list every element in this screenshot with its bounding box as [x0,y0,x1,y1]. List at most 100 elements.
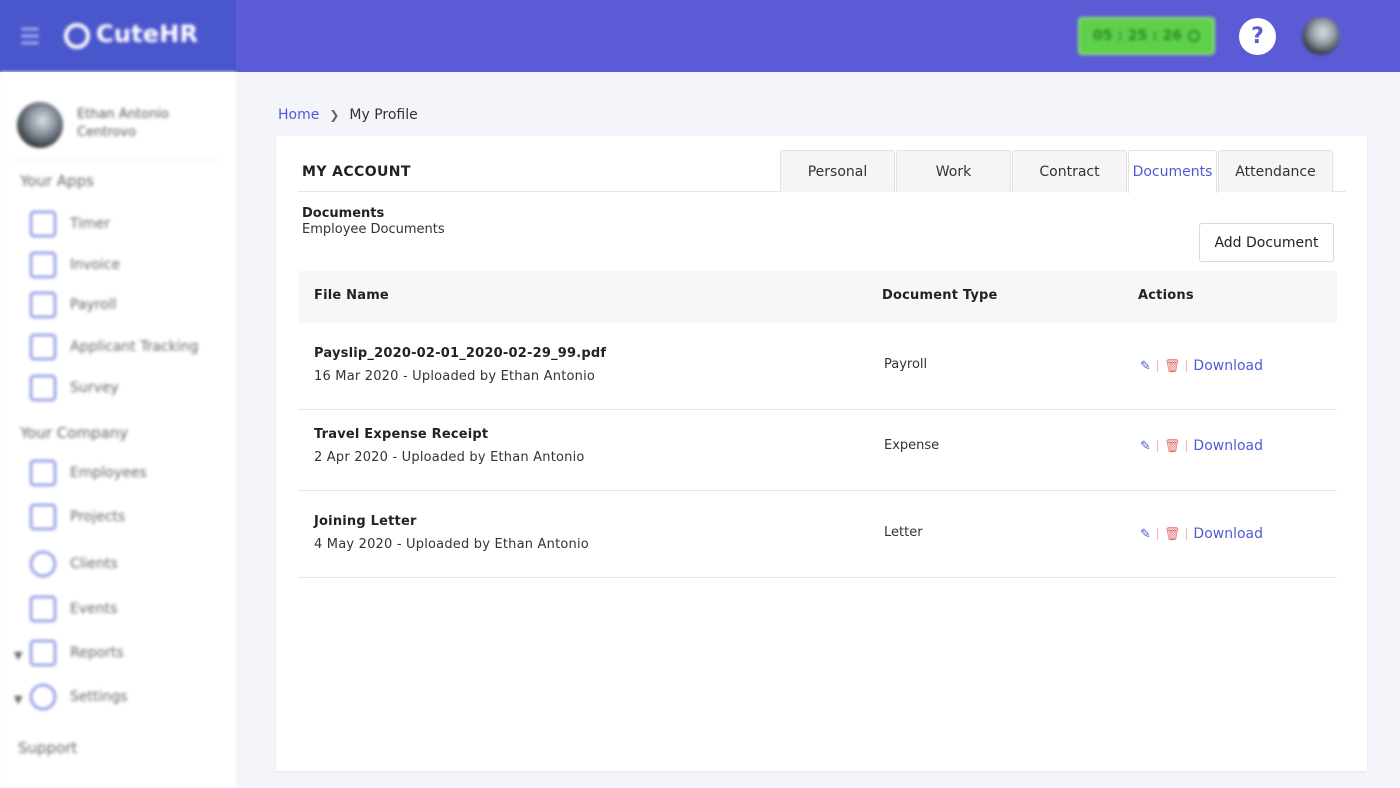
delete-icon[interactable]: 🗑 [1164,527,1181,542]
sidebar-item-label: Applicant Tracking [70,339,199,355]
action-separator [1186,528,1188,540]
sidebar-item-survey[interactable]: Survey [30,373,119,403]
tab-contract[interactable]: Contract [1012,150,1127,192]
sidebar-divider [14,159,218,160]
breadcrumb-current: My Profile [349,107,418,123]
file-meta: 16 Mar 2020 - Uploaded by Ethan Antonio [314,369,596,384]
table-row: Joining Letter 4 May 2020 - Uploaded by … [298,491,1337,578]
tab-personal[interactable]: Personal [780,150,895,192]
employees-icon [30,460,56,486]
chevron-down-icon[interactable]: ▼ [14,649,22,662]
tab-work[interactable]: Work [896,150,1011,192]
chevron-right-icon: ❯ [329,108,340,122]
user-avatar[interactable] [1302,17,1340,55]
delete-icon[interactable]: 🗑 [1164,359,1181,374]
top-bar: CuteHR 05 : 25 : 26 ? [0,0,1400,72]
section-heading-your-company: Your Company [20,424,129,442]
sidebar-item-settings[interactable]: Settings [30,682,127,712]
settings-icon [30,684,56,710]
timer-button[interactable]: 05 : 25 : 26 [1078,17,1215,55]
sidebar-item-projects[interactable]: Projects [30,502,125,532]
timer-icon [30,211,56,237]
table-row: Travel Expense Receipt 2 Apr 2020 - Uplo… [298,410,1337,491]
edit-icon[interactable]: ✎ [1140,527,1151,542]
column-header-document-type: Document Type [882,288,998,303]
sidebar-avatar[interactable] [17,102,63,148]
action-separator [1156,440,1158,452]
reports-icon [30,640,56,666]
action-separator [1156,528,1158,540]
sidebar-item-label: Events [70,601,118,617]
logo-icon [64,23,90,49]
sidebar-item-label: Employees [70,465,147,481]
file-name: Payslip_2020-02-01_2020-02-29_99.pdf [314,346,607,361]
table-row: Payslip_2020-02-01_2020-02-29_99.pdf 16 … [298,323,1337,410]
sidebar-item-timer[interactable]: Timer [30,209,110,239]
sidebar-item-employees[interactable]: Employees [30,458,147,488]
sidebar-item-label: Clients [70,556,118,572]
clock-icon [1188,30,1201,42]
sidebar-item-support[interactable]: Support [18,739,77,757]
sidebar-item-label: Survey [70,380,119,396]
sidebar-item-label: Invoice [70,257,121,273]
breadcrumb-home-link[interactable]: Home [278,107,319,123]
breadcrumb: Home ❯ My Profile [278,107,418,123]
edit-icon[interactable]: ✎ [1140,439,1151,454]
clients-icon [30,551,56,577]
sidebar-item-label: Settings [70,689,128,705]
document-type: Letter [884,525,923,540]
payroll-icon [30,292,56,318]
file-meta: 4 May 2020 - Uploaded by Ethan Antonio [314,537,589,552]
file-meta: 2 Apr 2020 - Uploaded by Ethan Antonio [314,450,585,465]
column-header-file-name: File Name [314,288,389,303]
sidebar: Ethan Antonio Centrovo Your Apps Timer I… [0,72,236,788]
add-document-button[interactable]: Add Document [1199,223,1334,262]
download-link[interactable]: Download [1193,526,1263,542]
brand-name: CuteHR [96,20,199,48]
tab-documents[interactable]: Documents [1128,150,1217,193]
column-header-actions: Actions [1138,288,1194,303]
download-link[interactable]: Download [1193,438,1263,454]
sidebar-item-reports[interactable]: Reports [30,638,124,668]
row-actions: ✎ 🗑 Download [1140,358,1263,374]
events-icon [30,596,56,622]
projects-icon [30,504,56,530]
sidebar-item-applicant-tracking[interactable]: Applicant Tracking [30,332,199,362]
sidebar-item-invoice[interactable]: Invoice [30,250,120,280]
file-name: Travel Expense Receipt [314,427,489,442]
document-type: Expense [884,438,940,453]
tab-attendance[interactable]: Attendance [1218,150,1333,192]
delete-icon[interactable]: 🗑 [1164,439,1181,454]
sidebar-item-label: Reports [70,645,124,661]
survey-icon [30,375,56,401]
account-card: MY ACCOUNT Personal Work Contract Docume… [276,136,1367,771]
document-type: Payroll [884,357,928,372]
row-actions: ✎ 🗑 Download [1140,526,1263,542]
sidebar-item-payroll[interactable]: Payroll [30,290,116,320]
brand-area: CuteHR [0,0,236,72]
sidebar-item-label: Payroll [70,297,117,313]
action-separator [1156,360,1158,372]
row-actions: ✎ 🗑 Download [1140,438,1263,454]
sidebar-user-name: Ethan Antonio Centrovo [77,107,169,140]
sidebar-item-events[interactable]: Events [30,594,117,624]
chevron-down-icon[interactable]: ▼ [14,693,22,706]
timer-value: 05 : 25 : 26 [1092,28,1183,44]
sidebar-item-label: Projects [70,509,126,525]
invoice-icon [30,252,56,278]
sidebar-item-clients[interactable]: Clients [30,549,118,579]
edit-icon[interactable]: ✎ [1140,359,1151,374]
page-title: MY ACCOUNT [302,164,411,180]
section-title: Documents [302,206,385,221]
action-separator [1186,440,1188,452]
download-link[interactable]: Download [1193,358,1263,374]
help-button[interactable]: ? [1239,18,1276,55]
hamburger-menu-icon[interactable] [21,28,39,44]
action-separator [1186,360,1188,372]
applicant-tracking-icon [30,334,56,360]
section-heading-your-apps: Your Apps [20,172,94,190]
section-subtitle: Employee Documents [302,222,445,237]
table-header: File Name Document Type Actions [298,271,1337,323]
sidebar-item-label: Timer [70,216,111,232]
file-name: Joining Letter [314,514,417,529]
